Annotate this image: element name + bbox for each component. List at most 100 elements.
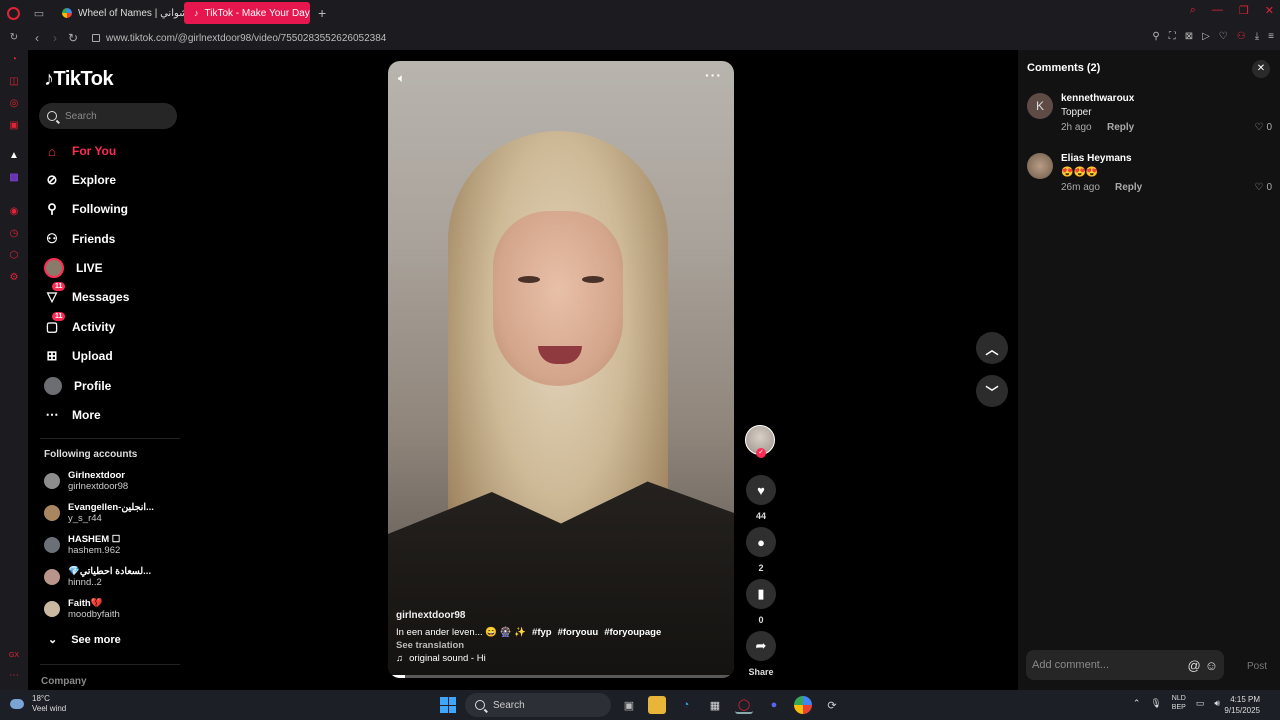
sidebar-gx-icon[interactable]: GX: [8, 650, 20, 662]
nav-activity[interactable]: ▢ 11 Activity: [44, 312, 115, 335]
sidebar-history-icon[interactable]: ◷: [8, 228, 20, 240]
reply-button[interactable]: Reply: [1107, 122, 1134, 133]
comment-user[interactable]: kennethwaroux: [1061, 93, 1134, 104]
video-sound[interactable]: ♫ original sound - Hi: [396, 653, 486, 664]
heart-bookmark-icon[interactable]: ♡: [1219, 31, 1228, 42]
minimize-icon[interactable]: —: [1212, 4, 1223, 17]
video-player[interactable]: 🔈︎ ··· girlnextdoor98 In een ander leven…: [388, 61, 734, 678]
company-link[interactable]: Company: [41, 676, 87, 687]
following-account[interactable]: 💎لسعادة احطياتي... hinnd..2: [44, 566, 151, 588]
following-account[interactable]: Faith💔 moodbyfaith: [44, 598, 120, 620]
close-comments-button[interactable]: ✕: [1252, 60, 1270, 78]
nav-friends[interactable]: ⚇ Friends: [44, 231, 115, 247]
back-icon[interactable]: ‹: [28, 31, 46, 45]
mention-icon[interactable]: @: [1188, 658, 1201, 673]
forward-icon[interactable]: ›: [46, 31, 64, 45]
sidebar-twitch-icon[interactable]: ▩: [8, 172, 20, 184]
sidebar-player-icon[interactable]: ◉: [8, 206, 20, 218]
edge-icon[interactable]: ◔: [677, 696, 695, 714]
nav-following[interactable]: ⚲ Following: [44, 201, 128, 217]
nav-messages[interactable]: ▽ 11 Messages: [44, 282, 129, 305]
more-options-icon[interactable]: ···: [705, 67, 722, 83]
video-username[interactable]: girlnextdoor98: [396, 610, 465, 621]
hashtag-link[interactable]: #fyp: [532, 627, 552, 638]
volume-tray-icon[interactable]: 🔊︎: [1214, 698, 1220, 709]
vpn-icon[interactable]: ⚇: [1237, 31, 1246, 42]
opera-logo-icon[interactable]: [0, 0, 26, 26]
comment-like-button[interactable]: ♡ 0: [1254, 122, 1272, 133]
store-icon[interactable]: ▦: [706, 696, 724, 714]
close-window-icon[interactable]: ✕: [1265, 4, 1274, 17]
snapshot-icon[interactable]: ⛶: [1169, 31, 1176, 42]
weather-widget[interactable]: 18°C Veel wind: [10, 694, 66, 714]
follow-check-icon[interactable]: ✓: [756, 448, 766, 458]
discord-icon[interactable]: ●: [765, 696, 783, 714]
tiktok-logo[interactable]: ♪TikTok: [44, 68, 114, 91]
chrome-icon[interactable]: [794, 696, 812, 714]
search-tabs-icon[interactable]: ⌕: [1190, 4, 1196, 17]
url-field[interactable]: www.tiktok.com/@girlnextdoor98/video/755…: [92, 33, 386, 44]
previous-video-button[interactable]: ︿: [976, 332, 1008, 364]
sidebar-settings-icon[interactable]: ⚙: [8, 272, 20, 284]
next-video-button[interactable]: ﹀: [976, 375, 1008, 407]
workspaces-icon[interactable]: ▭: [26, 0, 52, 26]
sidebar-ai-icon[interactable]: ◔: [8, 54, 20, 66]
sidebar-extensions-icon[interactable]: ⬡: [8, 250, 20, 262]
search-bar[interactable]: Search: [39, 103, 177, 129]
sidebar-bag-icon[interactable]: ◫: [8, 76, 20, 88]
maximize-icon[interactable]: ❐: [1239, 4, 1249, 17]
nav-live[interactable]: LIVE: [44, 258, 103, 278]
following-account[interactable]: Girlnextdoor girlnextdoor98: [44, 470, 128, 492]
avatar[interactable]: K: [1027, 93, 1053, 119]
display-icon[interactable]: ▭: [1196, 698, 1205, 709]
creator-avatar[interactable]: ✓: [745, 425, 775, 458]
task-view-icon[interactable]: ▣: [620, 696, 638, 714]
pin-icon[interactable]: ⚲: [1152, 31, 1159, 42]
sidebar-more-icon[interactable]: ⋯: [8, 670, 20, 682]
sidebar-refresh-icon[interactable]: ↻: [8, 32, 20, 44]
see-more-button[interactable]: ⌄ See more: [48, 633, 121, 647]
hashtag-link[interactable]: #foryouu: [558, 627, 599, 638]
post-button[interactable]: Post: [1247, 661, 1267, 672]
reload-icon[interactable]: ↻: [64, 31, 82, 45]
opera-gx-taskbar-icon[interactable]: ◯: [735, 696, 753, 714]
sidebar-messenger-icon[interactable]: ◎: [8, 98, 20, 110]
comment-button[interactable]: ●: [746, 527, 776, 557]
following-account[interactable]: Evangellen-انجلين... y_s_r44: [44, 502, 154, 524]
app-icon[interactable]: ⟳: [823, 696, 841, 714]
tab-wheel-of-names[interactable]: Wheel of Names | فشواني: [52, 2, 193, 24]
following-account[interactable]: HASHEM ☐ hashem.962: [44, 534, 120, 556]
emoji-icon[interactable]: ☺: [1205, 658, 1218, 673]
tray-chevron-up-icon[interactable]: ⌃: [1133, 698, 1141, 709]
player-icon[interactable]: ▷: [1202, 31, 1210, 42]
comment-user[interactable]: Elias Heymans: [1061, 153, 1132, 164]
menu-icon[interactable]: ≡: [1268, 31, 1274, 42]
share-button[interactable]: ➦: [746, 631, 776, 661]
language-indicator[interactable]: NLD BEP: [1172, 694, 1186, 712]
download-icon[interactable]: ⤓: [1255, 31, 1259, 42]
sidebar-instagram-icon[interactable]: ▣: [8, 120, 20, 132]
nav-more[interactable]: ⋯ More: [44, 407, 101, 423]
taskbar-search[interactable]: Search: [465, 693, 611, 717]
see-translation-link[interactable]: See translation: [396, 640, 464, 651]
save-button[interactable]: ▮: [746, 579, 776, 609]
comment-input[interactable]: [1032, 659, 1184, 671]
adblock-icon[interactable]: ⊠: [1185, 31, 1193, 42]
avatar[interactable]: [1027, 153, 1053, 179]
sidebar-tiktok-icon[interactable]: ▲: [8, 150, 20, 162]
nav-profile[interactable]: Profile: [44, 377, 111, 395]
nav-upload[interactable]: ⊞ Upload: [44, 348, 113, 364]
taskbar-clock[interactable]: 4:15 PM 9/15/2025: [1224, 694, 1260, 716]
file-explorer-icon[interactable]: [648, 696, 666, 714]
nav-explore[interactable]: ⊘ Explore: [44, 172, 116, 188]
windows-start-icon[interactable]: [440, 697, 456, 713]
video-progress-bar[interactable]: [388, 675, 734, 678]
reply-button[interactable]: Reply: [1115, 182, 1142, 193]
microphone-icon[interactable]: 🎙︎: [1150, 698, 1161, 709]
nav-for-you[interactable]: ⌂ For You: [44, 143, 116, 159]
comment-like-button[interactable]: ♡ 0: [1254, 182, 1272, 193]
hashtag-link[interactable]: #foryoupage: [604, 627, 661, 638]
like-button[interactable]: ♥: [746, 475, 776, 505]
volume-icon[interactable]: 🔈︎: [398, 71, 405, 86]
new-tab-plus-icon[interactable]: +: [318, 5, 326, 21]
